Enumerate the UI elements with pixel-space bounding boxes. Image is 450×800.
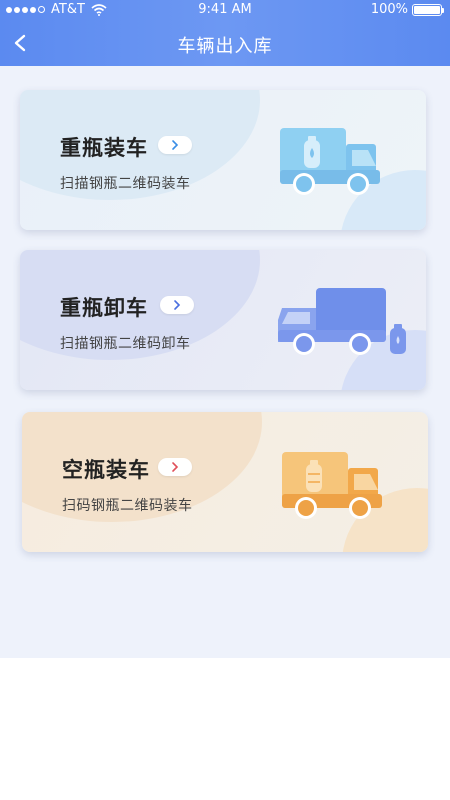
card-title: 重瓶卸车 bbox=[60, 296, 148, 320]
card-arrow-button[interactable] bbox=[158, 136, 192, 154]
card-title: 空瓶装车 bbox=[62, 458, 150, 482]
card-subtitle: 扫码钢瓶二维码装车 bbox=[62, 498, 193, 514]
status-bar: AT&T 9:41 AM 100% bbox=[0, 0, 450, 20]
status-right: 100% bbox=[370, 2, 444, 17]
battery-percent: 100% bbox=[370, 2, 408, 17]
main-content: 重瓶装车 扫描钢瓶二维码装车 重瓶卸车 扫描钢瓶二维码卸车 空瓶装车 扫码钢瓶二… bbox=[0, 66, 450, 658]
card-arrow-button[interactable] bbox=[160, 296, 194, 314]
truck-unloading-gas-cylinder-icon bbox=[278, 288, 406, 355]
page-title: 车辆出入库 bbox=[177, 36, 273, 57]
bottom-blank-area bbox=[0, 658, 450, 800]
card-subtitle: 扫描钢瓶二维码装车 bbox=[60, 176, 191, 192]
card-arrow-button[interactable] bbox=[158, 458, 192, 476]
card-heavy-bottle-unloading[interactable]: 重瓶卸车 扫描钢瓶二维码卸车 bbox=[20, 250, 426, 390]
chevron-right-icon bbox=[172, 462, 179, 472]
header-bar: AT&T 9:41 AM 100% 车辆出入库 bbox=[0, 0, 450, 66]
screen: AT&T 9:41 AM 100% 车辆出入库 重瓶装车 扫描钢瓶二维码装车 重… bbox=[0, 0, 450, 800]
card-subtitle: 扫描钢瓶二维码卸车 bbox=[60, 336, 191, 352]
chevron-right-icon bbox=[174, 300, 181, 310]
card-heavy-bottle-loading[interactable]: 重瓶装车 扫描钢瓶二维码装车 bbox=[20, 90, 426, 230]
navigation-bar: 车辆出入库 bbox=[0, 22, 450, 66]
truck-with-gas-cylinder-icon bbox=[280, 128, 380, 195]
card-title: 重瓶装车 bbox=[60, 136, 148, 160]
battery-icon bbox=[412, 3, 444, 16]
truck-with-empty-cylinder-icon bbox=[282, 452, 382, 519]
chevron-right-icon bbox=[172, 140, 179, 150]
card-empty-bottle-loading[interactable]: 空瓶装车 扫码钢瓶二维码装车 bbox=[22, 412, 428, 552]
